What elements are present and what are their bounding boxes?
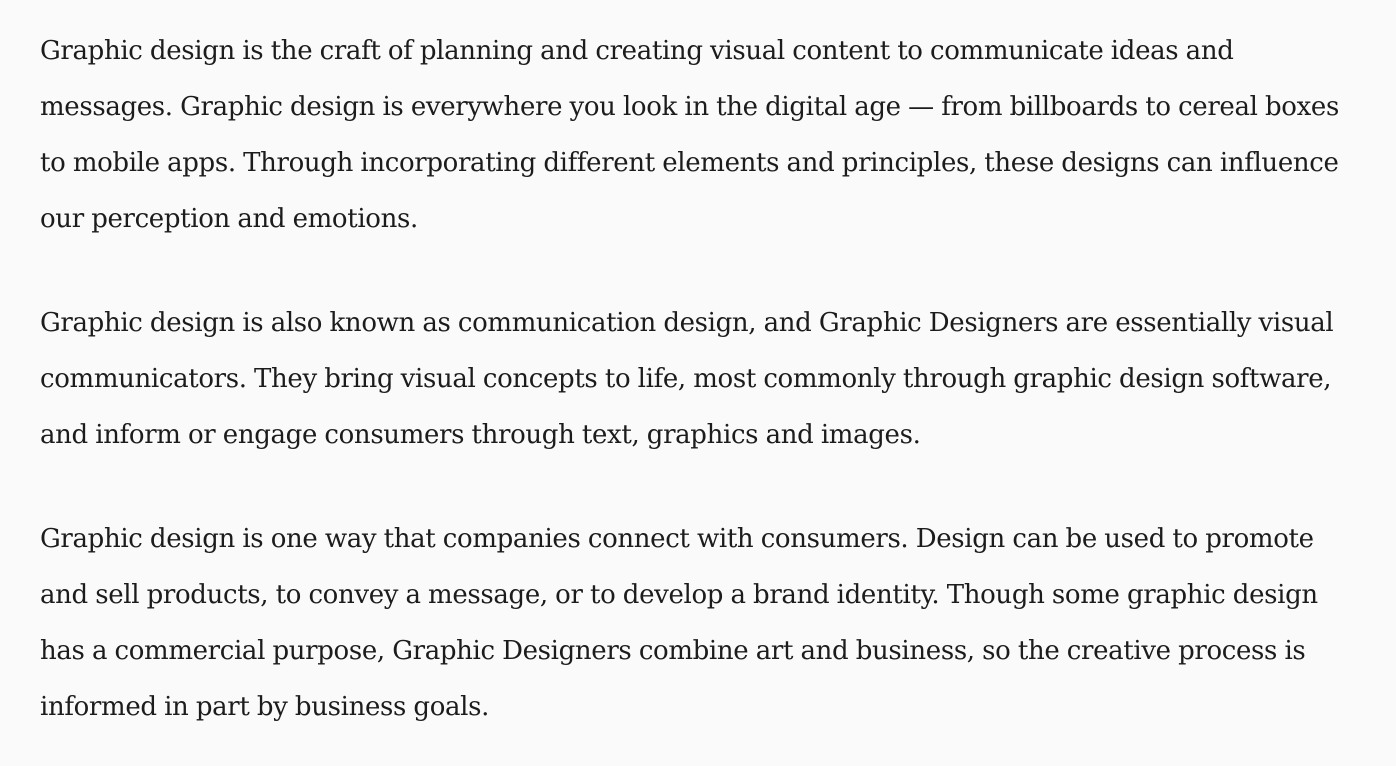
paragraph-communication-design: Graphic design is also known as communic… [40, 308, 1334, 450]
paragraph-intro: Graphic design is the craft of planning … [40, 36, 1339, 234]
paragraph-business: Graphic design is one way that companies… [40, 524, 1318, 722]
article-body: Graphic design is the craft of planning … [40, 23, 1350, 735]
